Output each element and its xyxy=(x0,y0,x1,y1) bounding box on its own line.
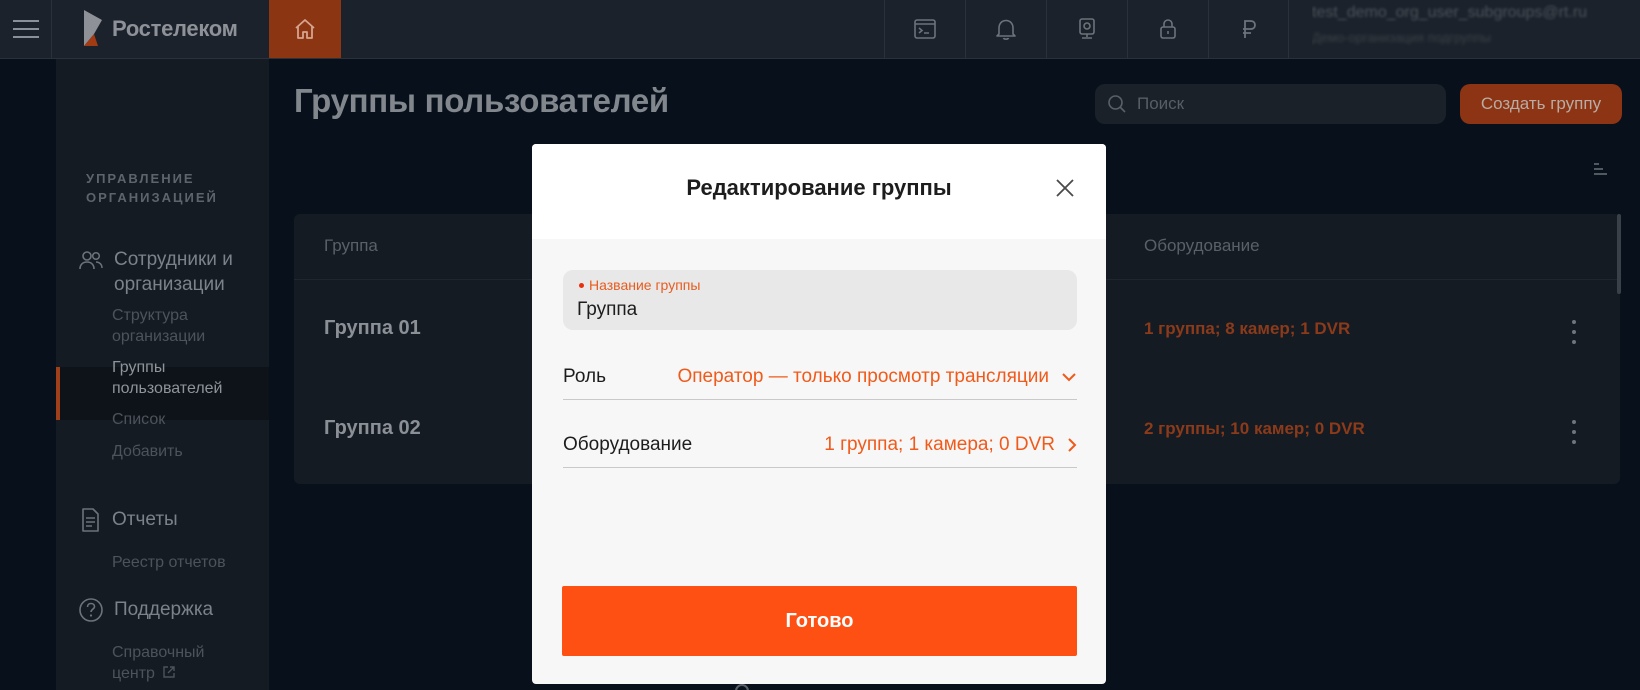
create-group-button[interactable]: Создать группу xyxy=(1460,84,1622,124)
field-label: Название группы xyxy=(579,277,700,293)
group-name-field[interactable]: Название группы xyxy=(563,270,1077,330)
top-toolbar xyxy=(884,0,1289,58)
group-name: Группа 02 xyxy=(324,417,421,439)
group-name-input[interactable] xyxy=(577,296,1057,324)
refresh-icon xyxy=(735,684,749,690)
users-icon xyxy=(79,251,103,270)
role-select[interactable]: Роль Оператор — только просмотр трансляц… xyxy=(563,354,1077,400)
equipment-value: 1 группа; 1 камера; 0 DVR xyxy=(824,433,1055,455)
group-equipment[interactable]: 2 группы; 10 камер; 0 DVR xyxy=(1144,419,1365,439)
camera-icon xyxy=(1079,18,1095,39)
more-options-icon[interactable] xyxy=(1570,420,1578,444)
scrollbar[interactable] xyxy=(1617,214,1621,294)
group-name-label: Название группы xyxy=(589,277,701,293)
sort-icon[interactable] xyxy=(1592,162,1608,176)
close-button[interactable] xyxy=(1052,175,1078,201)
ruble-icon xyxy=(1242,20,1256,38)
search-box[interactable] xyxy=(1095,84,1446,124)
top-bar: Ростелеком test_demo_org_user_subgroups@… xyxy=(0,0,1640,59)
sidebar-item-employees[interactable]: Сотрудники и организации xyxy=(78,247,254,297)
lock-icon xyxy=(1160,19,1176,39)
required-dot xyxy=(579,282,584,288)
sidebar-item-help-center[interactable]: Справочный центр xyxy=(112,642,242,684)
done-button[interactable]: Готово xyxy=(562,586,1077,656)
sidebar-item-user-groups[interactable]: Группы пользователей xyxy=(112,357,252,399)
chevron-right-icon xyxy=(1068,437,1077,452)
group-name: Группа 01 xyxy=(324,317,421,339)
logo[interactable]: Ростелеком xyxy=(80,4,238,54)
sidebar: УПРАВЛЕНИЕ ОРГАНИЗАЦИЕЙ Сотрудники и орг… xyxy=(56,59,269,690)
camera-button[interactable] xyxy=(1046,0,1127,58)
billing-button[interactable] xyxy=(1208,0,1289,58)
close-icon xyxy=(1056,179,1074,197)
edit-group-modal: Редактирование группы Название группы Ро… xyxy=(532,144,1106,684)
home-button[interactable] xyxy=(269,0,341,58)
page-title: Группы пользователей xyxy=(294,82,669,119)
column-header-group[interactable]: Группа xyxy=(324,236,378,256)
user-profile[interactable]: test_demo_org_user_subgroups@rt.ru Демо-… xyxy=(1312,4,1640,54)
modal-title: Редактирование группы xyxy=(686,175,952,200)
help-icon xyxy=(79,598,103,622)
lock-button[interactable] xyxy=(1127,0,1208,58)
home-icon xyxy=(295,19,315,39)
sidebar-item-label: Справочный центр xyxy=(112,644,205,682)
user-subtitle: Демо-организация подгруппы xyxy=(1312,30,1491,45)
group-equipment[interactable]: 1 группа; 8 камер; 1 DVR xyxy=(1144,319,1350,339)
sidebar-item-reports[interactable]: Отчеты xyxy=(78,507,178,533)
sidebar-item-add[interactable]: Добавить xyxy=(112,441,183,462)
modal-header: Редактирование группы xyxy=(532,144,1106,239)
sidebar-item-label: Сотрудники и организации xyxy=(114,249,233,295)
role-value: Оператор — только просмотр трансляции xyxy=(677,365,1049,387)
sidebar-item-support[interactable]: Поддержка xyxy=(78,597,213,623)
rostelecom-logo-icon xyxy=(84,10,102,46)
user-email: test_demo_org_user_subgroups@rt.ru xyxy=(1312,4,1588,21)
sidebar-item-list[interactable]: Список xyxy=(112,409,165,430)
search-icon xyxy=(1108,95,1126,113)
sidebar-section-title: УПРАВЛЕНИЕ ОРГАНИЗАЦИЕЙ xyxy=(86,171,218,205)
sidebar-item-structure[interactable]: Структура организации xyxy=(112,305,252,347)
terminal-icon xyxy=(914,19,936,39)
sidebar-item-label: Поддержка xyxy=(114,599,214,620)
sidebar-item-reports-registry[interactable]: Реестр отчетов xyxy=(112,552,226,573)
external-link-icon xyxy=(163,666,176,678)
more-options-icon[interactable] xyxy=(1570,320,1578,344)
role-label: Роль xyxy=(563,365,606,387)
notifications-button[interactable] xyxy=(965,0,1046,58)
equipment-select[interactable]: Оборудование 1 группа; 1 камера; 0 DVR xyxy=(563,422,1077,468)
column-header-equipment[interactable]: Оборудование xyxy=(1144,236,1260,256)
equipment-value-wrap: 1 группа; 1 камера; 0 DVR xyxy=(824,434,1077,456)
search-input[interactable] xyxy=(1137,94,1427,114)
sidebar-item-label: Отчеты xyxy=(112,509,178,530)
menu-icon[interactable] xyxy=(0,0,52,58)
role-value-wrap: Оператор — только просмотр трансляции xyxy=(677,366,1077,388)
document-icon xyxy=(82,508,99,532)
terminal-button[interactable] xyxy=(884,0,965,58)
logo-text: Ростелеком xyxy=(112,16,238,41)
bell-icon xyxy=(996,19,1016,40)
equipment-label: Оборудование xyxy=(563,433,693,455)
chevron-down-icon xyxy=(1062,372,1076,381)
